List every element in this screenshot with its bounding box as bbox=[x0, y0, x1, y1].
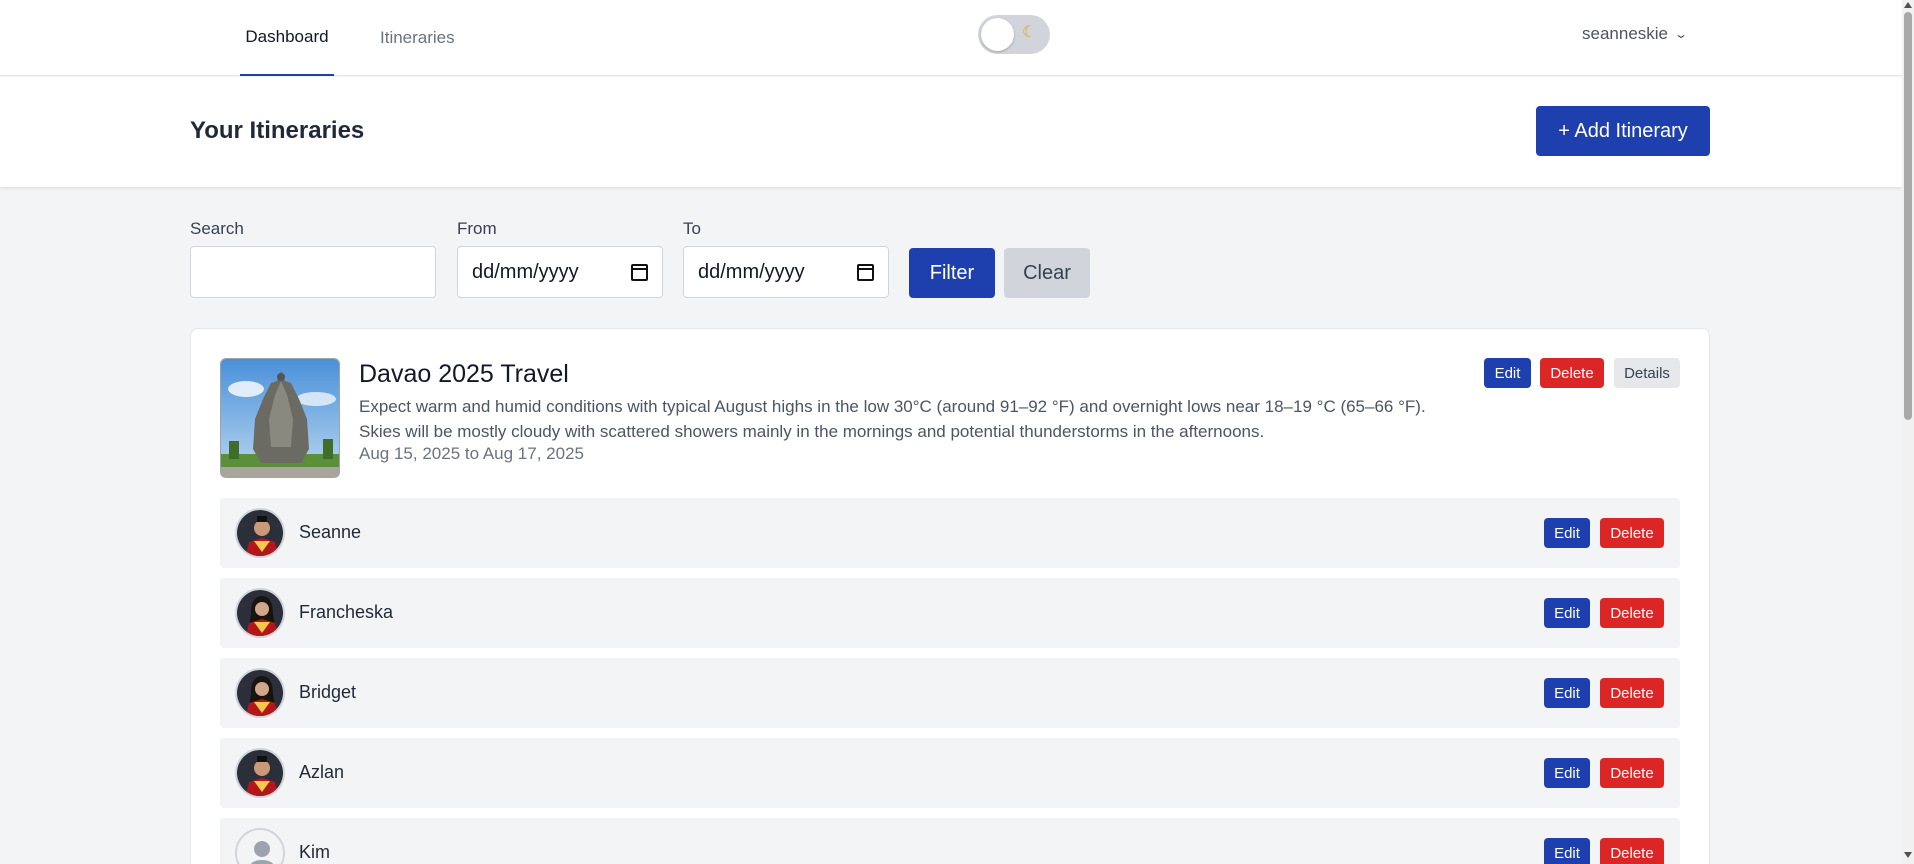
avatar bbox=[235, 748, 285, 798]
calendar-icon[interactable] bbox=[631, 263, 648, 281]
top-nav: Dashboard Itineraries ☾ seanneskie ⌄ bbox=[0, 0, 1902, 76]
username: seanneskie bbox=[1582, 24, 1669, 43]
filter-button[interactable]: Filter bbox=[909, 248, 995, 298]
delete-itinerary-button[interactable]: Delete bbox=[1540, 358, 1604, 388]
delete-participant-button[interactable]: Delete bbox=[1600, 838, 1664, 864]
participant-row: Azlan Edit Delete bbox=[220, 738, 1680, 808]
scroll-down-arrow-icon[interactable] bbox=[1904, 852, 1912, 858]
edit-participant-button[interactable]: Edit bbox=[1544, 838, 1590, 864]
delete-participant-button[interactable]: Delete bbox=[1600, 518, 1664, 548]
participant-name: Bridget bbox=[299, 682, 357, 702]
delete-participant-button[interactable]: Delete bbox=[1600, 758, 1664, 788]
itinerary-thumbnail bbox=[220, 358, 340, 478]
toggle-knob bbox=[981, 18, 1014, 51]
page-title: Your Itineraries bbox=[190, 117, 365, 144]
itinerary-title: Davao 2025 Travel bbox=[359, 360, 569, 388]
to-date-field[interactable]: dd/mm/yyyy bbox=[683, 246, 889, 298]
to-label: To bbox=[683, 219, 701, 238]
clear-button[interactable]: Clear bbox=[1004, 248, 1090, 298]
edit-participant-button[interactable]: Edit bbox=[1544, 758, 1590, 788]
moon-icon: ☾ bbox=[1022, 24, 1037, 41]
delete-participant-button[interactable]: Delete bbox=[1600, 678, 1664, 708]
chevron-down-icon: ⌄ bbox=[1674, 27, 1689, 41]
to-date-placeholder: dd/mm/yyyy bbox=[698, 260, 805, 283]
tab-itineraries[interactable]: Itineraries bbox=[380, 0, 455, 76]
avatar bbox=[235, 508, 285, 558]
participant-row: Seanne Edit Delete bbox=[220, 498, 1680, 568]
calendar-icon[interactable] bbox=[857, 263, 874, 281]
participant-row: Bridget Edit Delete bbox=[220, 658, 1680, 728]
participant-name: Francheska bbox=[299, 602, 394, 622]
scrollbar-thumb[interactable] bbox=[1904, 12, 1912, 420]
edit-itinerary-button[interactable]: Edit bbox=[1484, 358, 1531, 388]
details-button[interactable]: Details bbox=[1614, 358, 1680, 388]
participant-row: Kim Edit Delete bbox=[220, 818, 1680, 864]
theme-toggle[interactable]: ☾ bbox=[978, 15, 1050, 54]
participant-row: Francheska Edit Delete bbox=[220, 578, 1680, 648]
itinerary-description: Expect warm and humid conditions with ty… bbox=[359, 397, 1426, 441]
participant-name: Seanne bbox=[299, 522, 362, 542]
delete-participant-button[interactable]: Delete bbox=[1600, 598, 1664, 628]
participant-name: Azlan bbox=[299, 762, 345, 782]
from-date-placeholder: dd/mm/yyyy bbox=[472, 260, 579, 283]
itinerary-dates: Aug 15, 2025 to Aug 17, 2025 bbox=[359, 444, 584, 463]
from-label: From bbox=[457, 219, 497, 238]
default-avatar-icon bbox=[235, 828, 285, 864]
search-input[interactable] bbox=[190, 246, 436, 298]
tab-dashboard[interactable]: Dashboard bbox=[240, 0, 334, 76]
participant-name: Kim bbox=[299, 842, 330, 862]
edit-participant-button[interactable]: Edit bbox=[1544, 678, 1590, 708]
edit-participant-button[interactable]: Edit bbox=[1544, 598, 1590, 628]
search-label: Search bbox=[190, 219, 244, 238]
edit-participant-button[interactable]: Edit bbox=[1544, 518, 1590, 548]
add-itinerary-button[interactable]: + Add Itinerary bbox=[1536, 106, 1710, 156]
avatar bbox=[235, 588, 285, 638]
avatar bbox=[235, 668, 285, 718]
from-date-field[interactable]: dd/mm/yyyy bbox=[457, 246, 663, 298]
scroll-up-arrow-icon[interactable] bbox=[1904, 2, 1912, 8]
user-menu[interactable]: seanneskie ⌄ bbox=[1582, 24, 1689, 44]
